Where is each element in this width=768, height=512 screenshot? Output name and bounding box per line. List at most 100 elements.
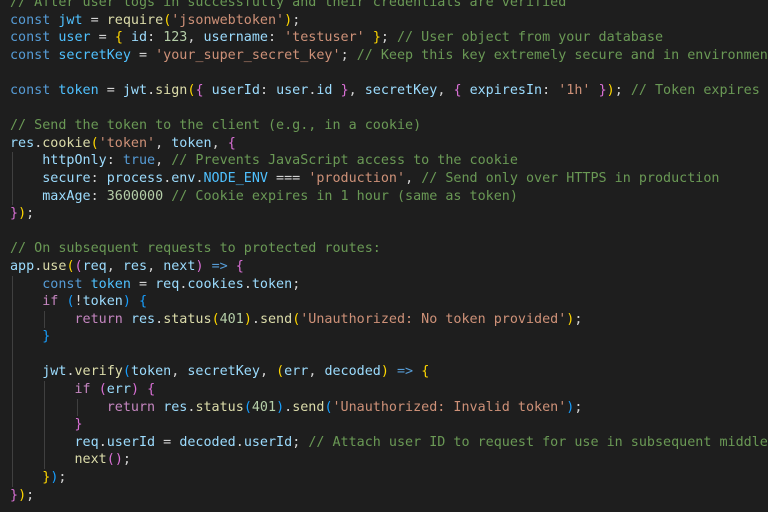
code-token: , (171, 364, 188, 380)
code-token: ) (18, 487, 27, 503)
code-token: const (10, 12, 51, 28)
code-line: res.cookie('token', token, { (10, 135, 768, 153)
code-token: , (437, 82, 454, 98)
code-token: // Prevents JavaScript access to the coo… (171, 153, 518, 169)
code-token: ) (243, 311, 252, 327)
code-token: , (106, 258, 123, 274)
code-line: // After user logs in successfully and t… (10, 0, 768, 12)
code-token: req (74, 434, 99, 450)
code-token: // Cookie expires in 1 hour (same as tok… (171, 188, 518, 204)
code-token: // Send the token to the client (e.g., i… (10, 118, 422, 134)
code-token: . (235, 434, 244, 450)
code-token: user (58, 30, 91, 46)
code-token: // Attach user ID to request for use in … (308, 434, 768, 450)
code-token: res (130, 311, 156, 327)
code-text-area[interactable]: // After user logs in successfully and t… (10, 0, 768, 504)
code-token: ; (26, 487, 35, 503)
code-token: ( (276, 364, 285, 380)
indent-guide (12, 451, 13, 470)
code-token: const (42, 276, 83, 292)
code-token: : (268, 30, 285, 46)
code-line: }); (10, 469, 768, 487)
code-token: ) (276, 399, 285, 415)
code-token: verify (74, 364, 123, 380)
code-token: ( (106, 452, 115, 468)
code-token: ) (380, 364, 389, 380)
code-token: . (195, 170, 204, 186)
code-token: return (106, 399, 156, 415)
code-line: return res.status(401).send('Unauthorize… (10, 310, 768, 329)
code-token: . (147, 82, 156, 98)
code-token: next (74, 452, 107, 468)
indent-guide (12, 363, 13, 382)
code-token: token (171, 135, 212, 151)
code-token: ( (66, 258, 75, 274)
code-token: , (187, 30, 204, 46)
code-token: { (114, 30, 123, 46)
code-token: ; (292, 12, 301, 28)
code-token: ; (340, 47, 357, 63)
code-token: ; (574, 399, 583, 415)
code-token: : (542, 82, 559, 98)
code-line: const jwt = require('jsonwebtoken'); (10, 12, 768, 30)
code-token: } (10, 487, 19, 503)
code-token: , (155, 135, 172, 151)
code-token: decoded (179, 434, 236, 450)
indent-guide (12, 381, 13, 399)
code-token: if (74, 382, 91, 398)
code-line: if (!token) { (10, 293, 768, 311)
code-token: expiresIn (469, 82, 543, 98)
code-token: secretKey (58, 47, 131, 63)
code-token: = (98, 82, 123, 98)
code-token: app (10, 258, 35, 274)
code-token: , (308, 364, 325, 380)
code-token: . (284, 399, 293, 415)
code-token: ) (18, 206, 27, 222)
code-token: '1h' (558, 82, 591, 98)
code-token: 401 (219, 311, 244, 327)
code-token: ( (74, 258, 83, 274)
code-token: = (90, 30, 115, 46)
code-token: res (10, 135, 35, 151)
code-line: const user = { id: 123, username: 'testu… (10, 29, 768, 47)
code-token: id (130, 30, 148, 46)
code-token: true (122, 153, 156, 169)
code-token: 'token' (98, 135, 156, 151)
code-token: token (58, 82, 99, 98)
indent-guide (12, 169, 13, 188)
indent-guide (44, 416, 46, 434)
code-token: 3600000 (106, 188, 164, 204)
code-token: send (259, 311, 293, 327)
code-token: res (122, 258, 148, 274)
code-token: decoded (324, 364, 381, 380)
code-token: secure (42, 170, 91, 186)
indent-guide (76, 398, 78, 417)
code-token: . (66, 364, 75, 380)
code-token: ( (324, 399, 333, 415)
code-line: const secretKey = 'your_super_secret_key… (10, 47, 768, 65)
code-token: , (147, 258, 164, 274)
indent-guide (12, 328, 13, 346)
code-line: } (10, 416, 768, 434)
code-token: : (147, 30, 164, 46)
code-token: secretKey (364, 82, 438, 98)
code-token: // User object from your database (397, 30, 664, 46)
code-editor[interactable]: // After user logs in successfully and t… (0, 0, 768, 512)
code-token: jwt (42, 364, 67, 380)
code-token: ) (195, 258, 204, 274)
code-token: err (284, 364, 309, 380)
code-token: ( (98, 382, 107, 398)
code-line: app.use((req, res, next) => { (10, 258, 768, 276)
code-token: const (10, 82, 51, 98)
code-token: ; (380, 30, 397, 46)
indent-guide (12, 310, 13, 329)
